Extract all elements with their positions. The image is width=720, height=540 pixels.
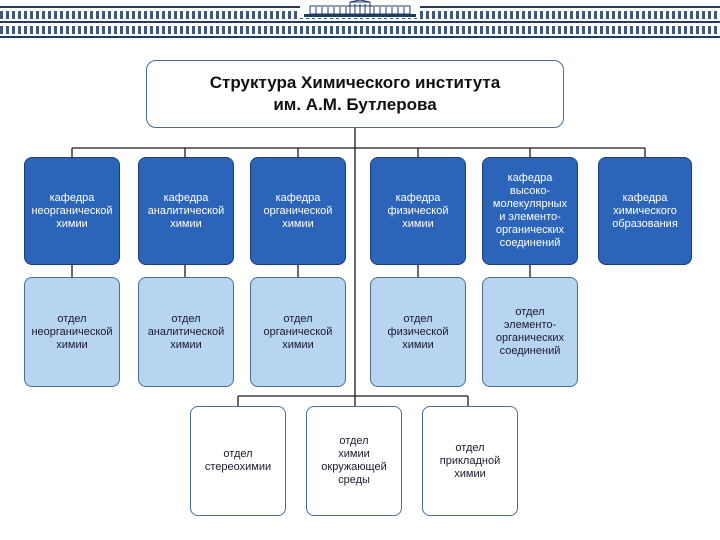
division-environmental: отдел химии окружающей среды xyxy=(306,406,402,516)
department-inorganic: кафедра неорганической химии xyxy=(24,157,120,265)
division-applied: отдел прикладной химии xyxy=(422,406,518,516)
title-line-1: Структура Химического института xyxy=(209,73,501,92)
department-chemical-education: кафедра химического образования xyxy=(598,157,692,265)
institute-title-box: Структура Химического института им. А.М.… xyxy=(146,60,564,128)
division-elementorganic: отдел элементо- органических соединений xyxy=(482,277,578,387)
division-inorganic: отдел неорганической химии xyxy=(24,277,120,387)
department-analytical: кафедра аналитической химии xyxy=(138,157,234,265)
division-physical: отдел физической химии xyxy=(370,277,466,387)
division-organic: отдел органической химии xyxy=(250,277,346,387)
division-stereochemistry: отдел стереохимии xyxy=(190,406,286,516)
department-organic: кафедра органической химии xyxy=(250,157,346,265)
division-analytical: отдел аналитической химии xyxy=(138,277,234,387)
title-line-2: им. А.М. Бутлерова xyxy=(273,95,437,114)
department-physical: кафедра физической химии xyxy=(370,157,466,265)
department-macromolecular: кафедра высоко- молекулярных и элементо-… xyxy=(482,157,578,265)
